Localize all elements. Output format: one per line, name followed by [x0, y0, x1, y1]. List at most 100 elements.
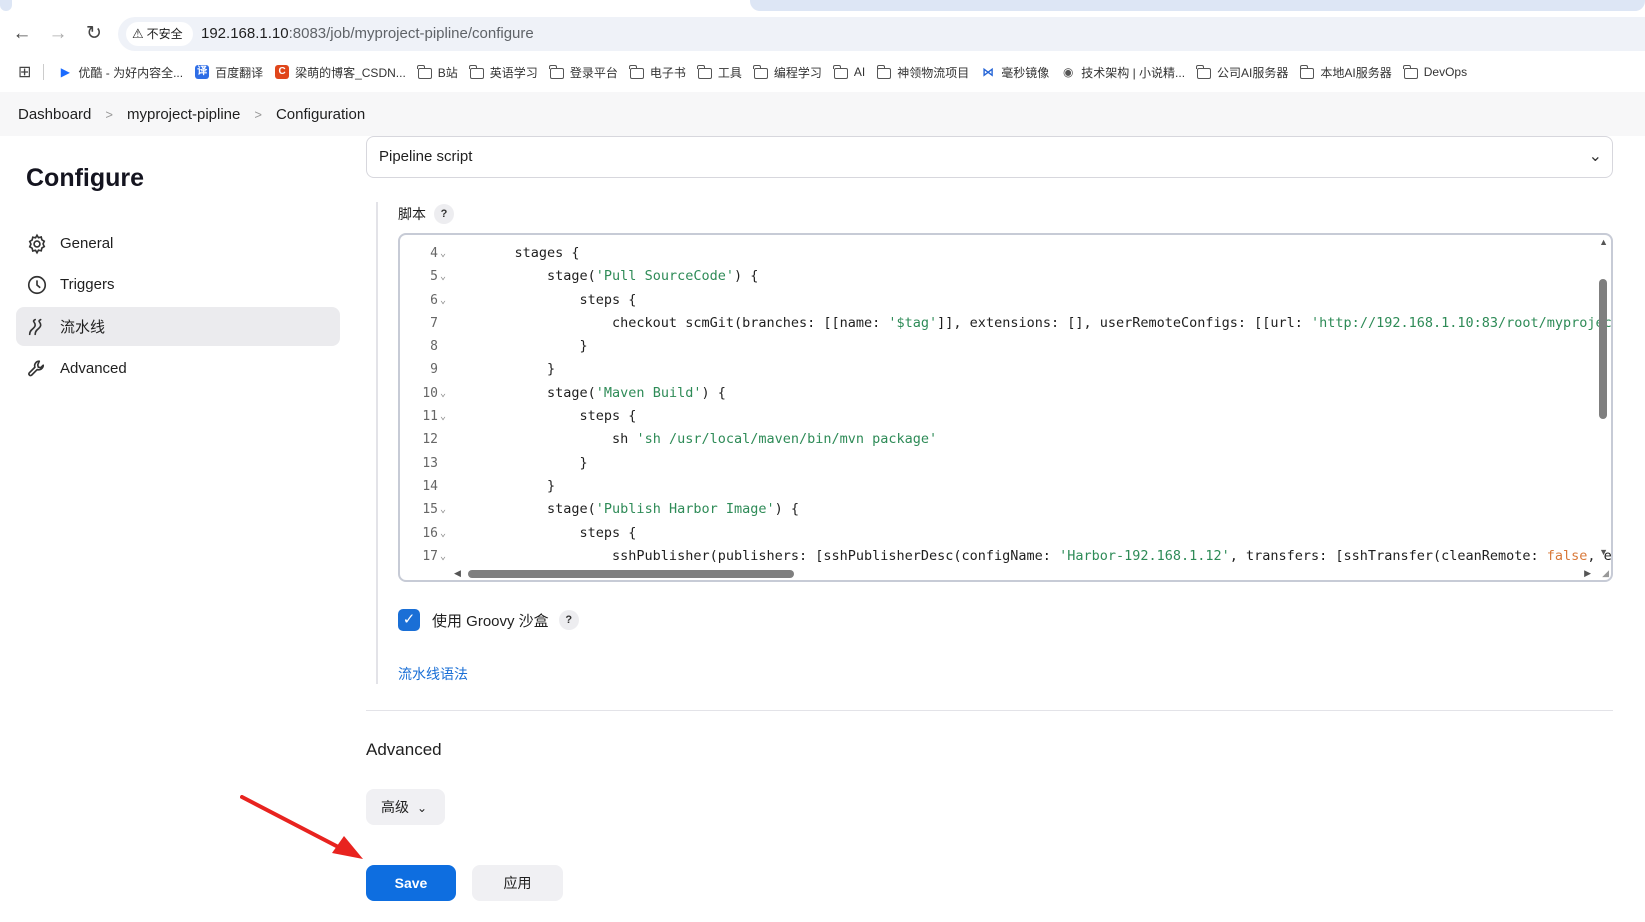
code-line[interactable]: 9 }: [400, 358, 1611, 381]
code-token: }: [482, 361, 556, 378]
bookmark-item[interactable]: 工具: [697, 64, 742, 81]
sidebar-item-general[interactable]: General: [16, 224, 340, 263]
code-line[interactable]: 14 }: [400, 475, 1611, 498]
tab-strip: [0, 0, 1645, 12]
bookmark-item[interactable]: 公司AI服务器: [1196, 64, 1288, 81]
apps-grid-icon[interactable]: ⊞: [18, 62, 31, 82]
fold-chevron-icon[interactable]: ⌄: [440, 382, 446, 405]
fold-chevron-icon[interactable]: ⌄: [440, 522, 446, 545]
code-line[interactable]: 7 checkout scmGit(branches: [[name: '$ta…: [400, 312, 1611, 335]
scroll-left-icon[interactable]: ◀: [454, 568, 461, 579]
folder-icon: [549, 64, 564, 79]
sandbox-checkbox[interactable]: ✓: [398, 609, 420, 631]
bookmark-label: 毫秒镜像: [1001, 65, 1050, 80]
browser-tab[interactable]: [750, 0, 1645, 11]
bookmarks-bar: ⊞ ▶ 优酷 - 为好内容全... 译百度翻译 C 梁萌的博客_CSDN... B站 英语学…: [0, 56, 1645, 88]
code-line[interactable]: 17 ⌄ sshPublisher(publishers: [sshPublish…: [400, 545, 1611, 568]
fold-chevron-icon[interactable]: ⌄: [440, 545, 446, 568]
bookmark-item[interactable]: 译百度翻译: [195, 64, 263, 81]
breadcrumb-dashboard[interactable]: Dashboard: [18, 106, 91, 123]
url-path: :8083/job/myproject-pipline/configure: [288, 25, 534, 42]
folder-icon: [469, 64, 484, 79]
scroll-down-icon[interactable]: ▼: [1599, 547, 1608, 557]
code-line[interactable]: 12 sh 'sh /usr/local/maven/bin/mvn packa…: [400, 428, 1611, 451]
code-line[interactable]: 13 }: [400, 452, 1611, 475]
code-line[interactable]: 4 ⌄ stages {: [400, 242, 1611, 265]
sidebar-item-triggers[interactable]: Triggers: [16, 265, 340, 304]
bookmark-item[interactable]: ⋈ 毫秒镜像: [981, 64, 1049, 81]
browser-tab[interactable]: [0, 0, 12, 11]
save-button[interactable]: Save: [366, 865, 456, 901]
code-token: }: [482, 454, 588, 471]
code-keyword: false: [1546, 547, 1588, 564]
code-line[interactable]: 10 ⌄ stage('Maven Build') {: [400, 382, 1611, 405]
forward-icon[interactable]: →: [46, 22, 70, 46]
bookmark-item[interactable]: DevOps: [1403, 64, 1467, 79]
bookmark-item[interactable]: ◉ 技术架构 | 小说精...: [1061, 64, 1185, 81]
bookmark-item[interactable]: 编程学习: [753, 64, 822, 81]
fold-chevron-icon[interactable]: ⌄: [440, 289, 446, 312]
bookmark-item[interactable]: AI: [833, 64, 865, 79]
bookmark-item[interactable]: C 梁萌的博客_CSDN...: [275, 64, 406, 81]
vertical-scroll-thumb[interactable]: [1599, 279, 1607, 419]
apply-button[interactable]: 应用: [472, 865, 563, 901]
fold-chevron-icon[interactable]: ⌄: [440, 405, 446, 428]
code-line[interactable]: 11 ⌄ steps {: [400, 405, 1611, 428]
code-line[interactable]: 16 ⌄ steps {: [400, 522, 1611, 545]
sidebar-item-advanced[interactable]: Advanced: [16, 349, 340, 388]
fold-chevron-icon[interactable]: ⌄: [440, 242, 446, 265]
section-indent-rule: [376, 202, 378, 684]
resize-handle-icon[interactable]: ◢: [1602, 568, 1609, 579]
sidebar-item-label: Triggers: [60, 276, 115, 293]
bookmark-label: 技术架构 | 小说精...: [1081, 65, 1186, 80]
code-line[interactable]: 8 }: [400, 335, 1611, 358]
breadcrumb-configuration[interactable]: Configuration: [276, 106, 365, 123]
breadcrumb-separator: >: [254, 106, 262, 122]
code-token: stage(: [482, 268, 596, 285]
code-token: steps {: [482, 408, 637, 425]
bookmark-item[interactable]: B站: [417, 64, 458, 81]
horizontal-scroll-thumb[interactable]: [468, 570, 794, 578]
clock-icon: [26, 274, 48, 296]
script-editor[interactable]: 4 ⌄ stages {5 ⌄ stage('Pull SourceCode') {…: [398, 233, 1613, 582]
bookmark-item[interactable]: 神领物流项目: [876, 64, 969, 81]
reload-icon[interactable]: ↻: [82, 22, 106, 46]
line-number: 10: [422, 385, 438, 401]
sandbox-label[interactable]: 使用 Groovy 沙盒: [432, 610, 549, 631]
code-line[interactable]: 5 ⌄ stage('Pull SourceCode') {: [400, 265, 1611, 288]
bookmark-label: 编程学习: [773, 65, 822, 80]
section-divider: [366, 710, 1613, 711]
vertical-scrollbar[interactable]: ▲ ▼: [1595, 235, 1611, 580]
back-icon[interactable]: ←: [10, 22, 34, 46]
advanced-button[interactable]: 高级 ⌄: [366, 789, 445, 825]
code-line[interactable]: 15 ⌄ stage('Publish Harbor Image') {: [400, 498, 1611, 521]
definition-select[interactable]: Pipeline script ⌄: [366, 136, 1613, 178]
code-lines[interactable]: 4 ⌄ stages {5 ⌄ stage('Pull SourceCode') {…: [400, 242, 1611, 568]
pipeline-syntax-link[interactable]: 流水线语法: [398, 664, 468, 684]
fold-chevron-icon[interactable]: ⌄: [440, 265, 446, 288]
url-text[interactable]: 192.168.1.10:8083/job/myproject-pipline/…: [201, 17, 534, 51]
scroll-up-icon[interactable]: ▲: [1599, 237, 1608, 247]
code-text: }: [482, 358, 555, 381]
translate-icon: 译: [195, 65, 210, 79]
annotation-arrow-icon: [240, 795, 363, 859]
folder-icon: [1196, 64, 1212, 79]
help-icon[interactable]: ?: [558, 610, 579, 630]
bookmark-item[interactable]: 本地AI服务器: [1299, 64, 1392, 81]
bookmark-item[interactable]: 电子书: [629, 64, 686, 81]
sidebar-item-pipeline[interactable]: 流水线: [16, 307, 340, 346]
folder-icon: [697, 64, 712, 79]
bookmark-item[interactable]: ▶ 优酷 - 为好内容全...: [58, 64, 183, 81]
fold-chevron-icon[interactable]: ⌄: [440, 498, 446, 521]
security-chip[interactable]: ⚠ 不安全: [126, 22, 193, 46]
bookmark-label: 优酷 - 为好内容全...: [78, 65, 184, 80]
wrench-icon: [26, 358, 48, 380]
scroll-right-icon[interactable]: ▶: [1584, 568, 1591, 579]
breadcrumb-job[interactable]: myproject-pipline: [127, 106, 240, 123]
bookmark-item[interactable]: 登录平台: [549, 64, 618, 81]
help-icon[interactable]: ?: [434, 204, 454, 224]
code-token: ]], extensions: [], userRemoteConfigs: […: [937, 314, 1312, 331]
code-line[interactable]: 6 ⌄ steps {: [400, 289, 1611, 312]
omnibox[interactable]: ⚠ 不安全 192.168.1.10:8083/job/myproject-pip…: [118, 17, 1645, 51]
bookmark-item[interactable]: 英语学习: [469, 64, 538, 81]
